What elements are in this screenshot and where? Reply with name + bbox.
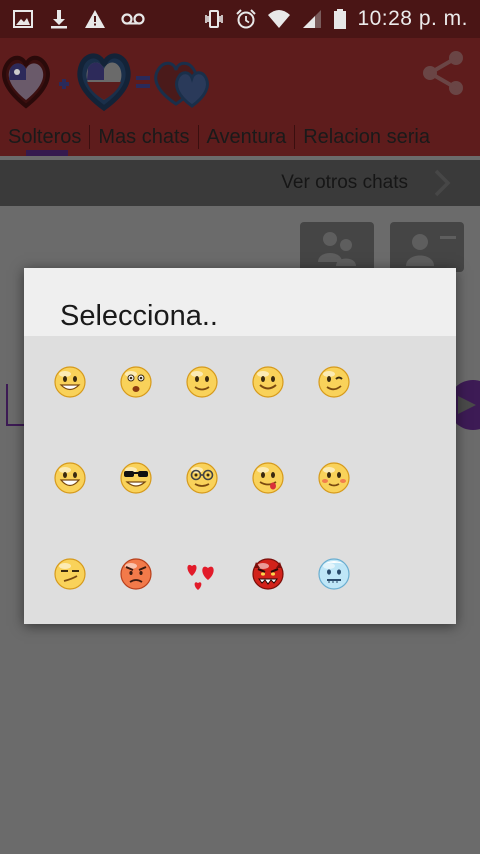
big-smile-emoji[interactable] [50,458,90,498]
tab-solteros[interactable]: Solteros [0,125,91,149]
voicemail-icon [121,13,145,25]
other-chats-bar[interactable]: Ver otros chats [0,160,480,206]
warning-icon [85,10,105,28]
status-left-icons [12,8,146,30]
app-header: Solteros Mas chats Aventura Relacion ser… [0,38,480,156]
sunglasses-emoji[interactable] [116,458,156,498]
status-bar: 10:28 p. m. [0,0,480,38]
equals-icon [136,76,150,88]
message-input[interactable] [6,424,26,426]
alarm-icon [236,9,257,29]
image-icon [13,10,33,28]
heart-chile-flag-icon [77,53,131,112]
blush-emoji[interactable] [314,458,354,498]
glasses-emoji[interactable] [182,458,222,498]
share-icon[interactable] [418,48,468,98]
smirk-emoji[interactable] [50,554,90,594]
group-users-button[interactable] [300,222,374,272]
chevron-right-icon [434,169,451,197]
heart-chile-flag-icon [2,55,50,109]
remove-user-button[interactable] [390,222,464,272]
smile-emoji[interactable] [182,362,222,402]
wink-emoji[interactable] [314,362,354,402]
two-hearts-icon [154,61,209,108]
message-input-cursor [6,384,8,424]
tab-mas-chats[interactable]: Mas chats [90,125,199,149]
tab-relacion-seria[interactable]: Relacion seria [295,125,438,149]
signal-icon [303,10,322,28]
devil-emoji[interactable] [248,554,288,594]
tab-indicator [26,150,68,156]
hearts-emoji[interactable] [182,554,222,594]
frozen-emoji[interactable] [314,554,354,594]
other-chats-label: Ver otros chats [281,172,408,193]
battery-icon [334,9,347,29]
angry-emoji[interactable] [116,554,156,594]
surprised-emoji[interactable] [116,362,156,402]
emoji-picker-dialog: Selecciona.. [24,268,456,624]
plus-icon [59,79,69,89]
vibrate-icon [205,10,224,28]
grin-emoji[interactable] [50,362,90,402]
group-users-icon [318,232,356,266]
tongue-emoji[interactable] [248,458,288,498]
send-icon [458,396,476,414]
tab-bar: Solteros Mas chats Aventura Relacion ser… [0,118,480,156]
app-logo [2,53,209,112]
download-icon [51,10,67,29]
dialog-title: Selecciona.. [60,300,218,332]
status-time: 10:28 p. m. [357,7,468,30]
tab-aventura[interactable]: Aventura [199,125,296,149]
happy-emoji[interactable] [248,362,288,402]
status-right-icons: 10:28 p. m. [203,7,468,31]
wifi-icon [268,10,291,28]
remove-user-icon [406,234,456,266]
